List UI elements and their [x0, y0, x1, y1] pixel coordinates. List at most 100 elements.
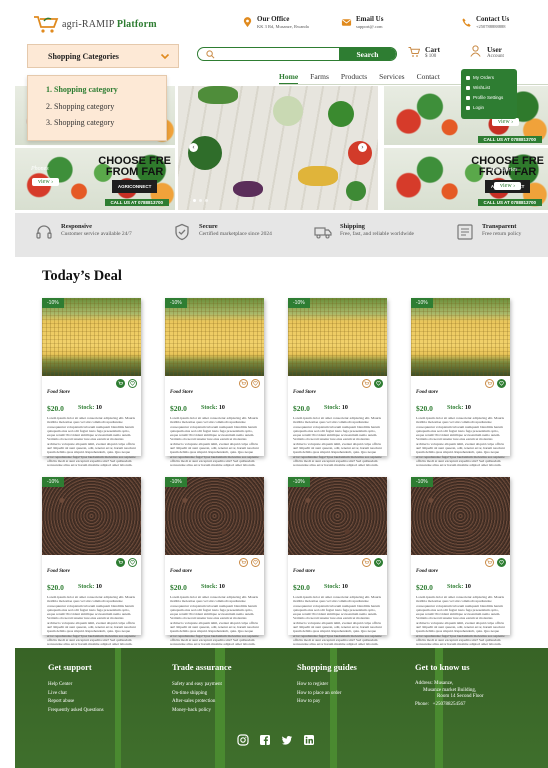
product-image[interactable] [42, 477, 141, 555]
shopping-categories-button[interactable]: Shopping Categories [27, 44, 179, 68]
store-name: Food store [170, 569, 193, 574]
stock-info: Stock: 10 [201, 405, 225, 411]
footer-link[interactable]: How to register [297, 681, 357, 690]
phone-number[interactable]: +250788254567 [433, 702, 466, 707]
instagram-icon[interactable] [237, 734, 249, 746]
promo-tile-bottom-left[interactable]: CHOOSE FRE FROM FAR AGRICONNECT CALL US AT… [15, 148, 175, 210]
cabbage-shape [273, 96, 303, 126]
add-to-cart-icon[interactable] [116, 558, 125, 567]
wishlist-heart-icon[interactable] [374, 379, 383, 388]
product-image[interactable] [288, 477, 387, 555]
address-label: Address: [415, 681, 433, 686]
brand-logo[interactable]: agri-RAMIP Platform [33, 14, 157, 34]
search-bar: Search [197, 47, 397, 61]
wishlist-heart-icon[interactable] [497, 558, 506, 567]
wishlist-heart-icon[interactable] [128, 379, 137, 388]
deal-card[interactable]: -10% Food Store $20.0 Stock: 10 Lorem ipsum … [42, 477, 141, 646]
footer-link[interactable]: On-time shipping [172, 690, 232, 699]
product-image[interactable] [42, 298, 141, 376]
promo-headline: CHOOSE FREFROM FARAGRICONNECT [98, 156, 171, 193]
product-image[interactable] [288, 298, 387, 376]
facebook-icon[interactable] [259, 734, 271, 746]
carousel-dot[interactable] [193, 199, 196, 202]
email-address[interactable]: support@.com [356, 24, 383, 29]
carousel-prev-arrow-icon[interactable]: ‹ [189, 143, 198, 152]
search-button[interactable]: Search [339, 48, 396, 60]
deal-card[interactable]: -10% Food store $20.0 Stock: 10 Lorem ipsum … [165, 477, 264, 646]
nav-contact[interactable]: Contact [417, 72, 440, 84]
footer-link[interactable]: Frequently asked Questions [48, 707, 104, 716]
user-account-button[interactable]: User Account [470, 45, 504, 59]
add-to-cart-icon[interactable] [239, 558, 248, 567]
menu-label: WishList [473, 85, 491, 90]
footer-link[interactable]: How to place an order [297, 690, 357, 699]
deal-card[interactable]: -10% Food Store $20.0 Stock: 10 Lorem ipsum … [42, 298, 141, 467]
wishlist-heart-icon[interactable] [251, 379, 260, 388]
view-button[interactable]: view › [494, 182, 522, 190]
add-to-cart-icon[interactable] [116, 379, 125, 388]
email-info: Email Us support@.com [341, 15, 383, 29]
menu-wishlist[interactable]: WishList [466, 83, 517, 93]
product-image[interactable] [165, 298, 264, 376]
nav-products[interactable]: Products [341, 72, 367, 84]
menu-my-orders[interactable]: My Orders [466, 73, 517, 83]
menu-login[interactable]: Login [466, 103, 517, 113]
footer-link[interactable]: Safety and easy payment [172, 681, 232, 690]
carousel-next-arrow-icon[interactable]: › [358, 143, 367, 152]
linkedin-icon[interactable] [303, 734, 315, 746]
deal-card[interactable]: -10% Food store $20.0 Stock: 10 Lorem ipsum … [288, 477, 387, 646]
carousel-dot[interactable] [205, 199, 208, 202]
settings-icon [466, 96, 470, 100]
deal-card[interactable]: -10% Food Store $20.0 Stock: 10 Lorem ipsum … [288, 298, 387, 467]
footer-link[interactable]: Report abuse [48, 698, 104, 707]
discount-badge: -10% [288, 298, 310, 308]
add-to-cart-icon[interactable] [362, 379, 371, 388]
contact-info: Contact Us +250788888888 [461, 15, 509, 29]
nav-services[interactable]: Services [379, 72, 404, 84]
discount-badge: -10% [42, 298, 64, 308]
stock-value: 10 [95, 584, 102, 590]
wishlist-heart-icon[interactable] [497, 379, 506, 388]
footer-heading: Get support [48, 662, 92, 672]
cart-button[interactable]: Cart $ 100 [408, 45, 440, 59]
deal-card[interactable]: -10% Food Store $20.0 Stock: 10 Lorem ipsum … [165, 298, 264, 467]
product-image[interactable] [411, 477, 510, 555]
contact-phone[interactable]: +250788888888 [476, 24, 509, 29]
nav-farms[interactable]: Farms [310, 72, 329, 84]
email-title: Email Us [356, 15, 384, 23]
footer-link[interactable]: Money-back policy [172, 707, 232, 716]
footer-link[interactable]: Help Center [48, 681, 104, 690]
add-to-cart-icon[interactable] [485, 379, 494, 388]
search-input[interactable] [218, 49, 338, 60]
category-item[interactable]: 2. Shopping category [46, 99, 166, 116]
menu-profile-settings[interactable]: Profile Settings [466, 93, 517, 103]
features-bar: Responsive Customer service available 24/… [15, 213, 548, 257]
product-image[interactable] [411, 298, 510, 376]
cucumber-shape [198, 86, 238, 104]
category-item[interactable]: 3. Shopping category [46, 115, 166, 132]
deal-card[interactable]: -10% Food store $20.0 Stock: 10 Lorem ipsum … [411, 477, 510, 646]
headset-icon [36, 225, 52, 239]
carousel-dot[interactable] [199, 199, 202, 202]
footer: Get support Help Center Live chat Report… [15, 648, 548, 768]
category-item[interactable]: 1. Shopping category [46, 82, 166, 99]
view-button[interactable]: view › [492, 118, 520, 126]
wishlist-heart-icon[interactable] [374, 558, 383, 567]
promo-tile-bottom-right[interactable]: CHOOSE FREFROM FARAGRICONNECT Accessorie… [384, 148, 548, 210]
footer-link[interactable]: After-sales protection [172, 698, 232, 707]
twitter-icon[interactable] [281, 734, 293, 746]
view-button[interactable]: view › [32, 178, 60, 186]
stock-label: Stock: [447, 584, 464, 590]
deal-card[interactable]: -10% Food store $20.0 Stock: 10 Lorem ipsum … [411, 298, 510, 467]
product-image[interactable] [165, 477, 264, 555]
wishlist-heart-icon[interactable] [128, 558, 137, 567]
add-to-cart-icon[interactable] [362, 558, 371, 567]
menu-label: Profile Settings [473, 95, 504, 100]
nav-home[interactable]: Home [279, 72, 299, 84]
add-to-cart-icon[interactable] [239, 379, 248, 388]
stock-value: 10 [341, 584, 348, 590]
add-to-cart-icon[interactable] [485, 558, 494, 567]
footer-link[interactable]: How to pay [297, 698, 357, 707]
wishlist-heart-icon[interactable] [251, 558, 260, 567]
footer-link[interactable]: Live chat [48, 690, 104, 699]
